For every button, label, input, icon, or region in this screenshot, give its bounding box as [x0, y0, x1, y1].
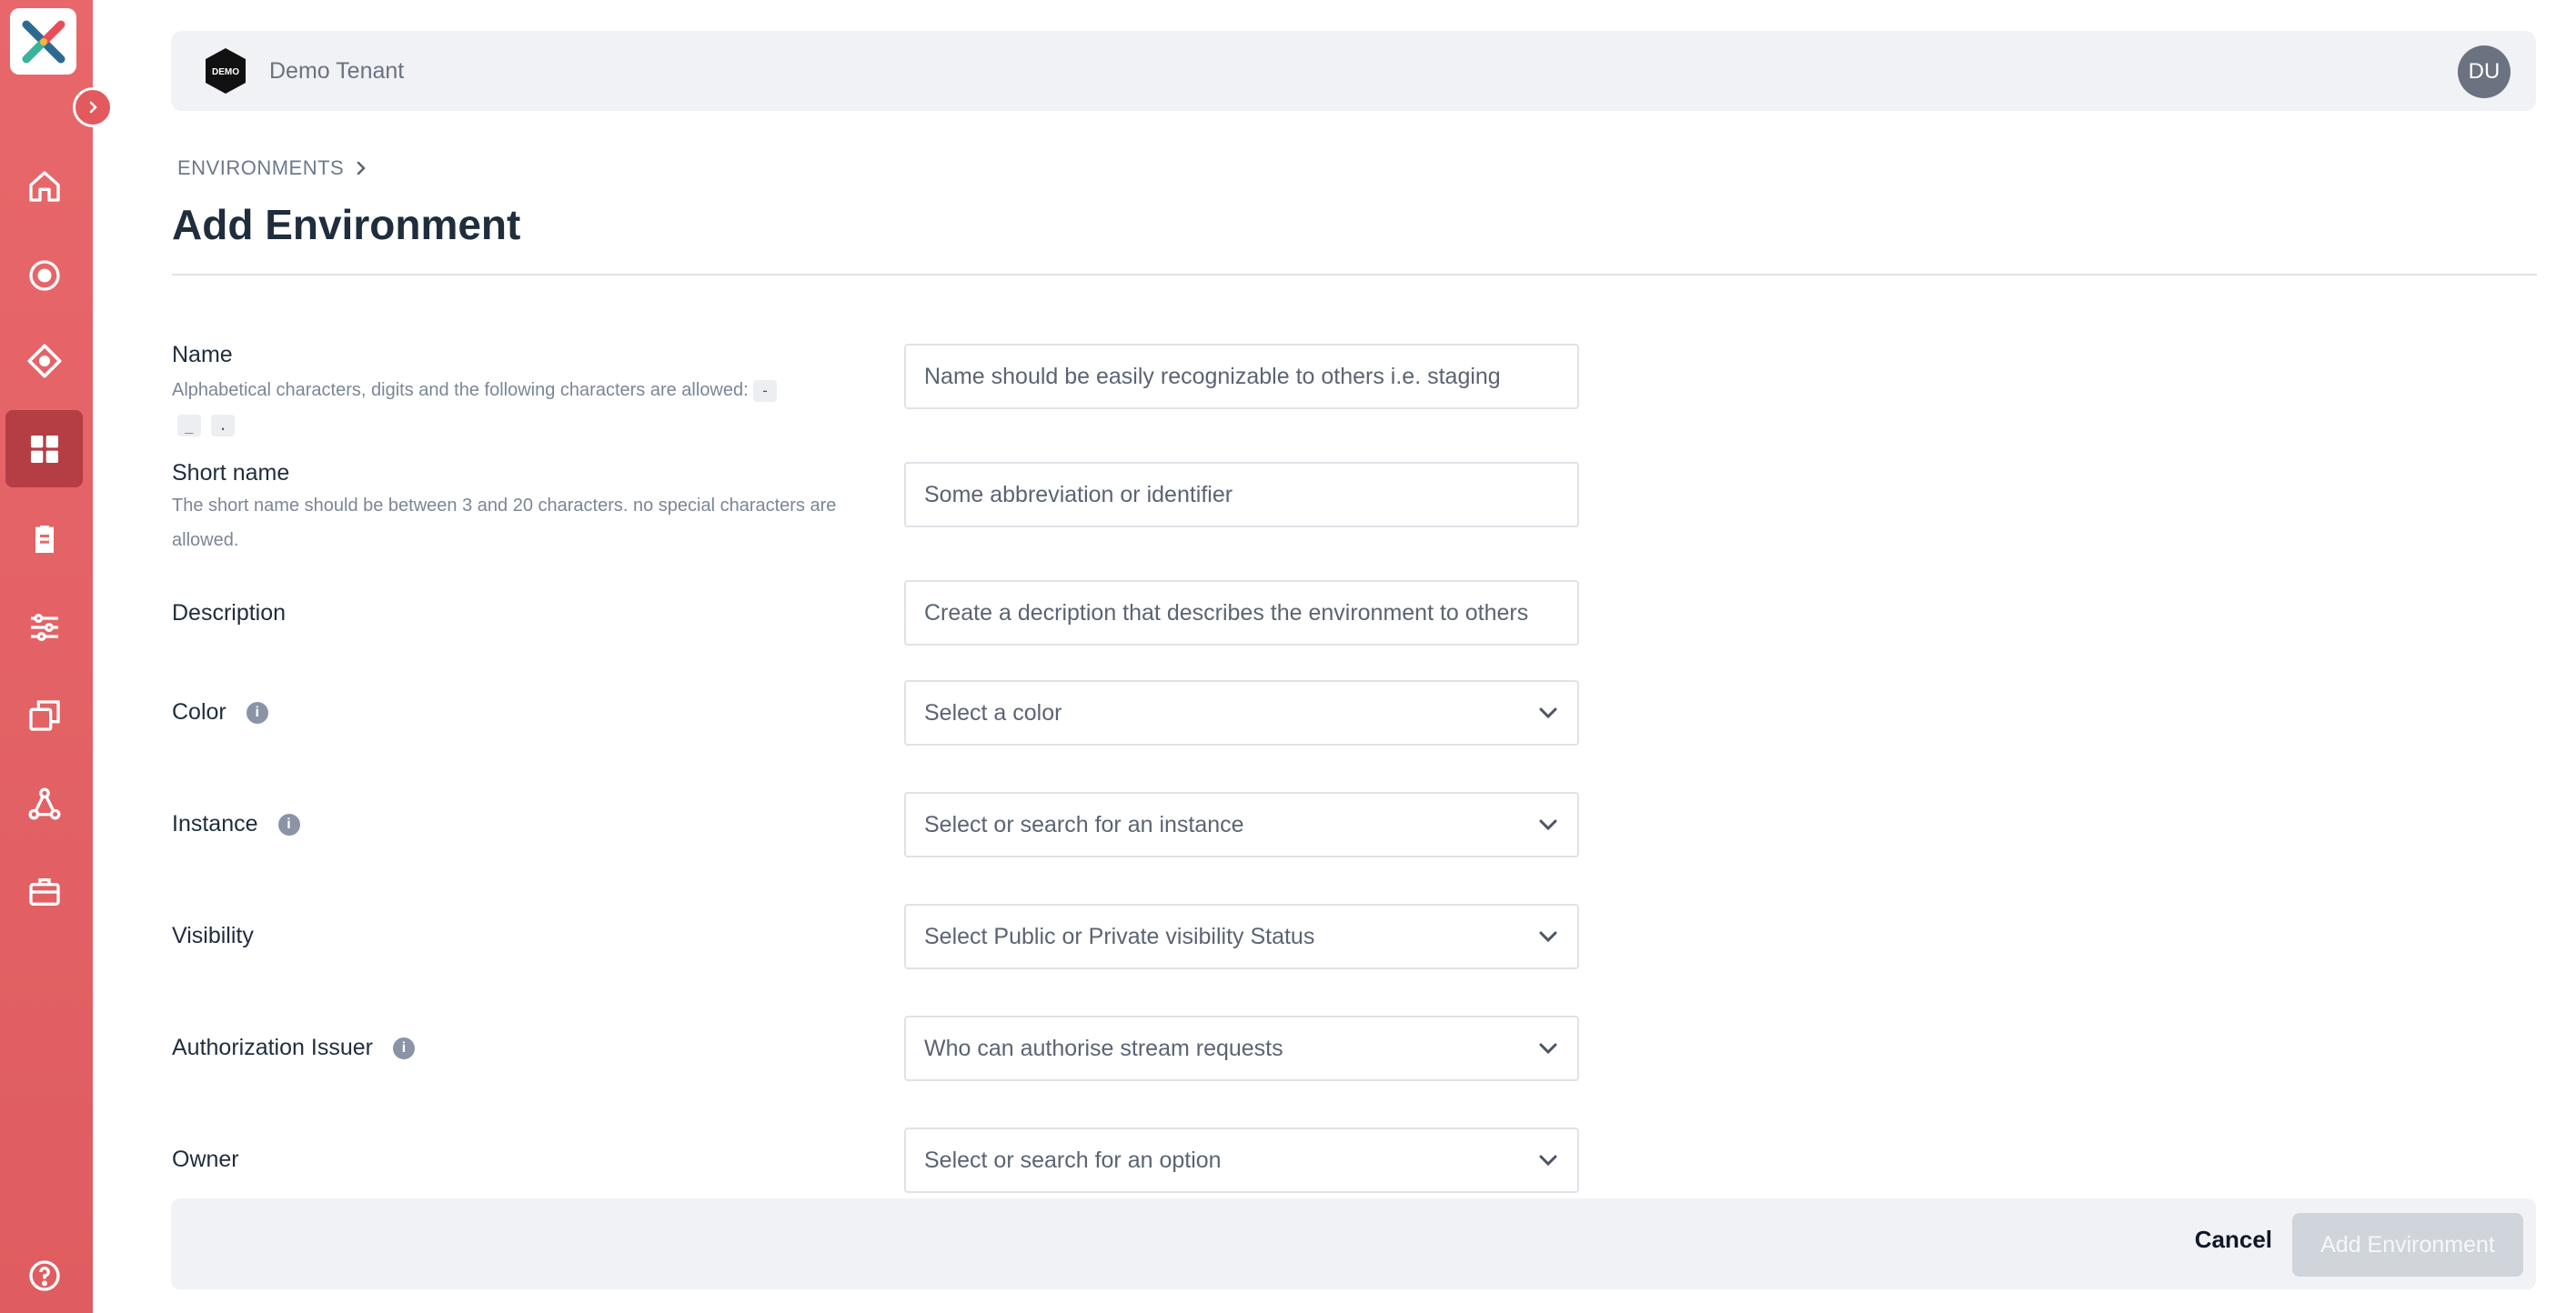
topbar: DEMO Demo Tenant DU	[171, 31, 2536, 111]
short-name-help: The short name should be between 3 and 2…	[172, 496, 837, 550]
color-select[interactable]: Select a color	[904, 680, 1579, 746]
short-name-label: Short name	[172, 460, 290, 486]
network-icon	[28, 787, 60, 819]
home-icon	[28, 170, 60, 202]
allowed-char-dot: .	[211, 415, 235, 436]
authorization-issuer-select[interactable]: Who can authorise stream requests	[904, 1016, 1579, 1081]
help-icon	[28, 1260, 60, 1291]
owner-label: Owner	[172, 1147, 239, 1172]
target-icon	[28, 259, 60, 291]
chevron-down-icon	[1539, 707, 1557, 719]
chevron-right-icon	[89, 101, 97, 114]
sidebar-item-dashboard[interactable]	[5, 410, 83, 487]
sidebar-item-copy[interactable]	[5, 677, 83, 754]
allowed-char-underscore: _	[177, 415, 201, 436]
x-logo-icon	[22, 20, 65, 64]
app-logo[interactable]	[10, 8, 76, 75]
owner-select[interactable]: Select or search for an option	[904, 1128, 1579, 1193]
visibility-select[interactable]: Select Public or Private visibility Stat…	[904, 904, 1579, 969]
add-environment-button[interactable]: Add Environment	[2292, 1213, 2523, 1277]
tenant-logo-icon: DEMO	[206, 48, 246, 94]
sidebar-item-home[interactable]	[5, 147, 83, 225]
sidebar-item-toolbox[interactable]	[5, 853, 83, 930]
clipboard-icon	[35, 525, 54, 553]
short-name-input[interactable]	[904, 462, 1579, 527]
sidebar-item-settings[interactable]	[5, 588, 83, 666]
tenant-name[interactable]: Demo Tenant	[269, 58, 404, 85]
authorization-issuer-label: Authorization Issuer i	[172, 1035, 415, 1061]
dashboard-icon	[30, 435, 58, 463]
sidebar-expand-button[interactable]	[73, 87, 113, 127]
sidebar-item-features[interactable]	[5, 322, 83, 399]
chevron-down-icon	[1539, 1043, 1557, 1055]
title-divider	[172, 274, 2537, 276]
toolbox-icon	[28, 877, 60, 906]
breadcrumb: ENVIRONMENTS	[177, 156, 367, 180]
name-help: Alphabetical characters, digits and the …	[172, 373, 863, 442]
diamond-icon	[27, 344, 61, 377]
description-label: Description	[172, 600, 287, 626]
tenant-logo[interactable]: DEMO	[200, 45, 251, 96]
visibility-label: Visibility	[172, 923, 254, 948]
chevron-down-icon	[1539, 931, 1557, 943]
chevron-right-icon	[357, 161, 367, 175]
description-input[interactable]	[904, 580, 1579, 646]
allowed-char-dash: -	[753, 380, 777, 402]
sidebar-item-network[interactable]	[5, 765, 83, 842]
info-icon[interactable]: i	[246, 701, 268, 724]
cancel-button[interactable]: Cancel	[2195, 1226, 2272, 1254]
chevron-down-icon	[1539, 819, 1557, 831]
name-label: Name	[172, 342, 233, 367]
sidebar-item-reports[interactable]	[5, 500, 83, 577]
name-input[interactable]	[904, 344, 1579, 409]
page-title: Add Environment	[172, 201, 521, 248]
user-avatar[interactable]: DU	[2458, 45, 2511, 98]
sliders-icon	[30, 613, 58, 641]
info-icon[interactable]: i	[277, 813, 300, 836]
svg-text:DEMO: DEMO	[212, 67, 239, 77]
breadcrumb-environments[interactable]: ENVIRONMENTS	[177, 156, 344, 180]
form-footer: Cancel Add Environment	[171, 1198, 2536, 1289]
instance-select[interactable]: Select or search for an instance	[904, 792, 1579, 857]
sidebar-item-target[interactable]	[5, 236, 83, 314]
instance-label: Instance i	[172, 811, 300, 837]
chevron-down-icon	[1539, 1155, 1557, 1167]
copy-icon	[28, 699, 60, 731]
sidebar	[0, 0, 93, 1313]
sidebar-item-help[interactable]	[5, 1244, 83, 1308]
color-label: Color i	[172, 699, 268, 726]
info-icon[interactable]: i	[392, 1037, 415, 1059]
